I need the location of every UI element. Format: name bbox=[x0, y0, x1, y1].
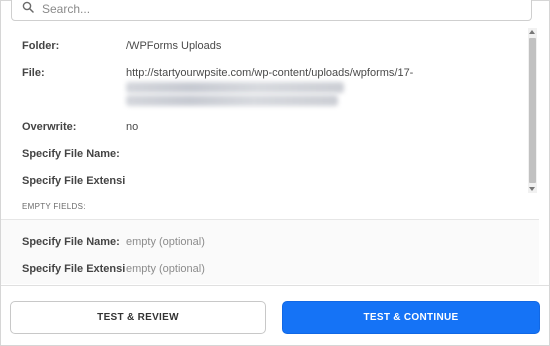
scroll-down-arrow-icon[interactable] bbox=[529, 187, 535, 191]
field-label: Specify File Extensi... bbox=[22, 175, 126, 187]
blurred-file-path bbox=[126, 82, 344, 93]
field-row-file: File: http://startyourwpsite.com/wp-cont… bbox=[22, 67, 413, 106]
field-row-file-name: Specify File Name: bbox=[22, 148, 126, 160]
field-value: no bbox=[126, 121, 139, 133]
field-value: empty (optional) bbox=[126, 263, 205, 275]
empty-fields-heading: EMPTY FIELDS: bbox=[22, 202, 86, 211]
field-label: Folder: bbox=[22, 40, 60, 52]
scrollbar-thumb[interactable] bbox=[529, 38, 536, 183]
field-row-file-extension: Specify File Extensi... bbox=[22, 175, 126, 187]
footer-divider bbox=[1, 285, 549, 286]
search-input[interactable] bbox=[42, 2, 502, 16]
field-value: /WPForms Uploads bbox=[126, 40, 222, 52]
field-row-overwrite: Overwrite: no bbox=[22, 121, 138, 133]
test-and-review-button[interactable]: TEST & REVIEW bbox=[10, 301, 266, 334]
field-label: Specify File Extensi... bbox=[22, 263, 126, 275]
file-url-text: http://startyourwpsite.com/wp-content/up… bbox=[126, 67, 414, 79]
field-label: Specify File Name: bbox=[22, 236, 120, 248]
blurred-file-path bbox=[126, 95, 338, 106]
field-label: Overwrite: bbox=[22, 121, 77, 133]
field-row-folder: Folder: /WPForms Uploads bbox=[22, 40, 221, 52]
empty-field-row-file-name: Specify File Name: empty (optional) bbox=[22, 236, 205, 248]
field-value-file: http://startyourwpsite.com/wp-content/up… bbox=[126, 67, 413, 106]
field-value: empty (optional) bbox=[126, 236, 205, 248]
test-and-continue-button[interactable]: TEST & CONTINUE bbox=[282, 301, 540, 334]
field-label: File: bbox=[22, 67, 45, 79]
field-label: Specify File Name: bbox=[22, 148, 120, 160]
empty-field-row-file-extension: Specify File Extensi... empty (optional) bbox=[22, 263, 205, 275]
scrollbar[interactable] bbox=[528, 28, 537, 193]
scroll-up-arrow-icon[interactable] bbox=[529, 30, 535, 34]
search-bar[interactable] bbox=[11, 0, 532, 21]
search-icon bbox=[22, 0, 34, 18]
